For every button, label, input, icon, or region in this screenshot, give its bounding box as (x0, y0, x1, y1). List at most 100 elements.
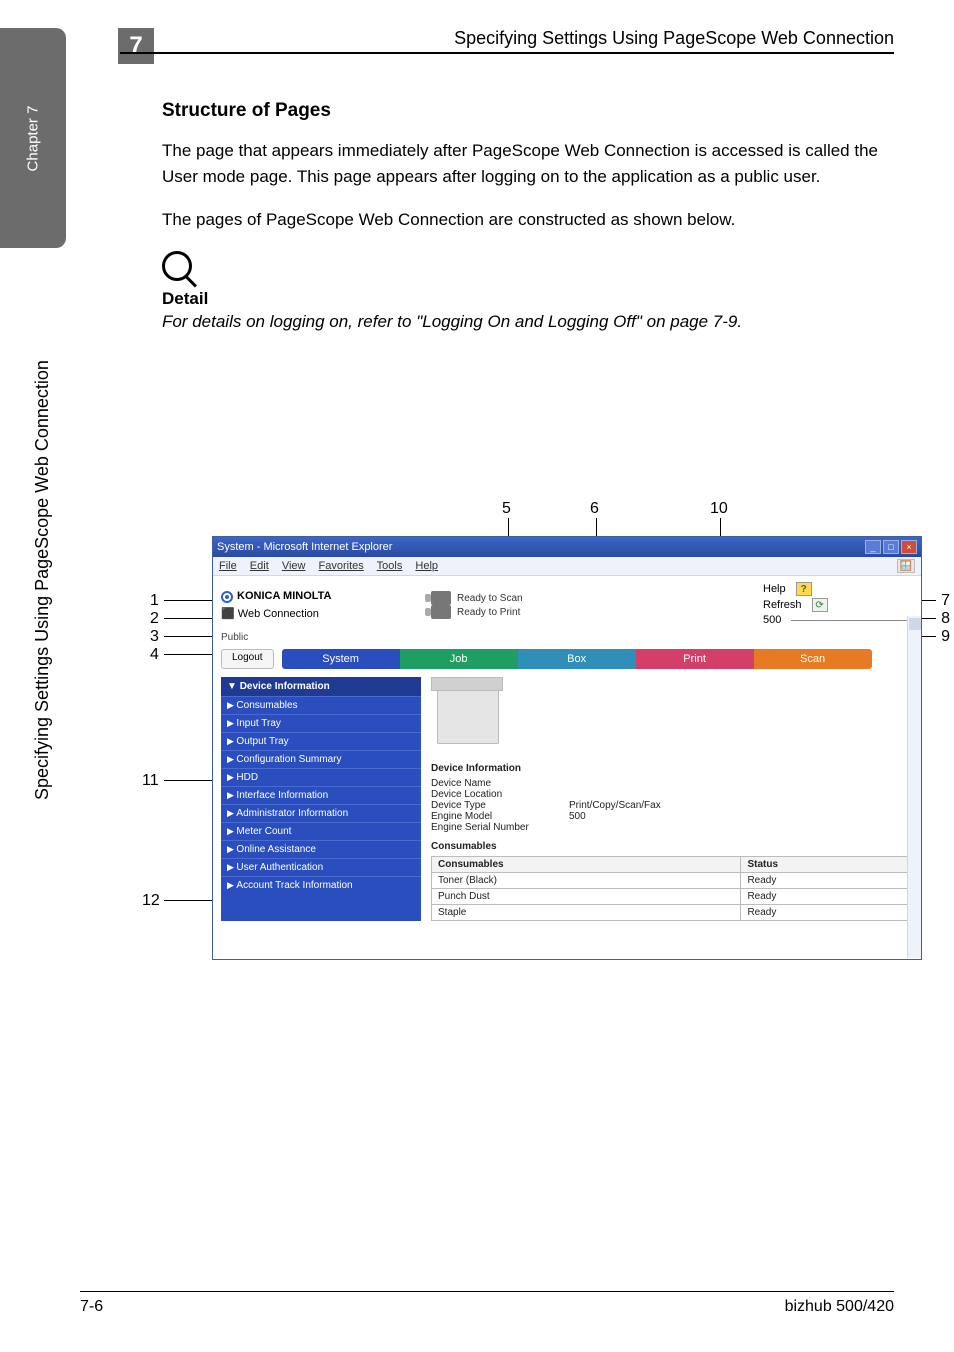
ie-flag-icon: 🪟 (897, 559, 915, 573)
sidebar-item-input-tray[interactable]: Input Tray (221, 714, 421, 732)
device-type-value: Print/Copy/Scan/Fax (569, 800, 661, 811)
cons-col-consumables: Consumables (432, 857, 741, 873)
main-panel: Device Information Device Name Device Lo… (431, 677, 921, 921)
panel-heading-consumables: Consumables (431, 841, 913, 852)
window-title: System - Microsoft Internet Explorer (217, 541, 392, 553)
status-scan: Ready to Scan (457, 593, 523, 604)
pagescope-mark: ⬛ (221, 608, 235, 620)
printer-icon (431, 605, 451, 619)
page-footer: 7-6 bizhub 500/420 (80, 1291, 894, 1316)
refresh-icon[interactable]: ⟳ (812, 598, 828, 612)
callout-12: 12 (142, 892, 160, 910)
callouts-top: 5 6 10 (150, 500, 926, 528)
menubar: File Edit View Favorites Tools Help 🪟 (213, 557, 921, 576)
chapter-number-badge: 7 (118, 28, 154, 64)
brand-logo-icon (221, 591, 233, 603)
device-illustration-icon (431, 677, 521, 757)
sidebar-item-config-summary[interactable]: Configuration Summary (221, 750, 421, 768)
help-link[interactable]: Help (763, 583, 786, 595)
status-print: Ready to Print (457, 607, 520, 618)
footer-product: bizhub 500/420 (785, 1298, 894, 1316)
callout-6: 6 (590, 500, 599, 518)
sidebar-group-device-info[interactable]: Device Information (221, 677, 421, 696)
callout-4: 4 (150, 646, 159, 664)
tab-box[interactable]: Box (518, 649, 636, 669)
cons-col-status: Status (741, 857, 913, 873)
ratio-value: 500 (763, 614, 781, 626)
brand-logo: KONICA MINOLTA (221, 590, 431, 602)
window-maximize-button[interactable]: □ (883, 540, 899, 554)
scanner-icon (431, 591, 451, 605)
detail-heading: Detail (162, 289, 894, 309)
menu-favorites[interactable]: Favorites (319, 560, 364, 572)
header-divider (120, 52, 894, 54)
menu-tools[interactable]: Tools (377, 560, 403, 572)
sidebar-item-account-track[interactable]: Account Track Information (221, 876, 421, 894)
tab-system[interactable]: System (282, 649, 400, 669)
cons-punch-label: Punch Dust (432, 889, 741, 905)
sidebar-item-interface-info[interactable]: Interface Information (221, 786, 421, 804)
sidebar-item-output-tray[interactable]: Output Tray (221, 732, 421, 750)
menu-edit[interactable]: Edit (250, 560, 269, 572)
tab-scan[interactable]: Scan (754, 649, 872, 669)
menu-view[interactable]: View (282, 560, 306, 572)
side-vertical-title: Specifying Settings Using PageScope Web … (32, 360, 53, 800)
device-type-label: Device Type (431, 800, 551, 811)
brand-text: KONICA MINOLTA (237, 590, 332, 602)
lead-line (164, 618, 212, 619)
body-paragraph-2: The pages of PageScope Web Connection ar… (162, 207, 894, 233)
menu-file[interactable]: File (219, 560, 237, 572)
menu-help[interactable]: Help (415, 560, 438, 572)
help-icon[interactable]: ? (796, 582, 812, 596)
tab-job[interactable]: Job (400, 649, 518, 669)
section-heading: Structure of Pages (162, 100, 894, 122)
table-row: Punch DustReady (432, 889, 913, 905)
cons-staple-status: Ready (741, 905, 913, 921)
table-row: Toner (Black)Ready (432, 873, 913, 889)
callout-11: 11 (142, 772, 159, 790)
cons-toner-label: Toner (Black) (432, 873, 741, 889)
lead-line (164, 654, 212, 655)
body-paragraph-1: The page that appears immediately after … (162, 138, 894, 189)
callout-8: 8 (941, 610, 950, 628)
callout-7: 7 (941, 592, 950, 610)
lead-line (164, 900, 212, 901)
device-location-label: Device Location (431, 789, 551, 800)
window-titlebar: System - Microsoft Internet Explorer _ □… (213, 537, 921, 557)
refresh-link[interactable]: Refresh (763, 599, 802, 611)
brand-product-text: Web Connection (238, 608, 319, 620)
cons-toner-status: Ready (741, 873, 913, 889)
window-close-button[interactable]: × (901, 540, 917, 554)
callout-9: 9 (941, 628, 950, 646)
sidebar-item-consumables[interactable]: Consumables (221, 696, 421, 714)
magnifier-icon (162, 251, 192, 281)
chapter-tab-label: Chapter 7 (25, 105, 42, 171)
lead-line (164, 636, 212, 637)
lead-line (164, 780, 212, 781)
callout-3: 3 (150, 628, 159, 646)
window-minimize-button[interactable]: _ (865, 540, 881, 554)
callout-2: 2 (150, 610, 159, 628)
sidebar-item-hdd[interactable]: HDD (221, 768, 421, 786)
device-name-label: Device Name (431, 778, 551, 789)
logout-button[interactable]: Logout (221, 649, 274, 669)
tab-print[interactable]: Print (636, 649, 754, 669)
sidebar-item-admin-info[interactable]: Administrator Information (221, 804, 421, 822)
user-mode-label: Public (213, 632, 921, 643)
sidebar-item-user-auth[interactable]: User Authentication (221, 858, 421, 876)
cons-staple-label: Staple (432, 905, 741, 921)
sidebar-item-meter-count[interactable]: Meter Count (221, 822, 421, 840)
chapter-tab: Chapter 7 (0, 28, 66, 248)
engine-model-value: 500 (569, 811, 586, 822)
sidebar-item-online-assist[interactable]: Online Assistance (221, 840, 421, 858)
engine-model-label: Engine Model (431, 811, 551, 822)
engine-serial-label: Engine Serial Number (431, 822, 551, 833)
browser-window: System - Microsoft Internet Explorer _ □… (212, 536, 922, 960)
table-row: StapleReady (432, 905, 913, 921)
panel-heading-device-info: Device Information (431, 763, 913, 774)
consumables-table: ConsumablesStatus Toner (Black)Ready Pun… (431, 856, 913, 921)
callout-10: 10 (710, 500, 728, 518)
vertical-scrollbar[interactable] (907, 616, 921, 958)
lead-line (164, 600, 212, 601)
brand-product: ⬛ Web Connection (221, 607, 431, 620)
